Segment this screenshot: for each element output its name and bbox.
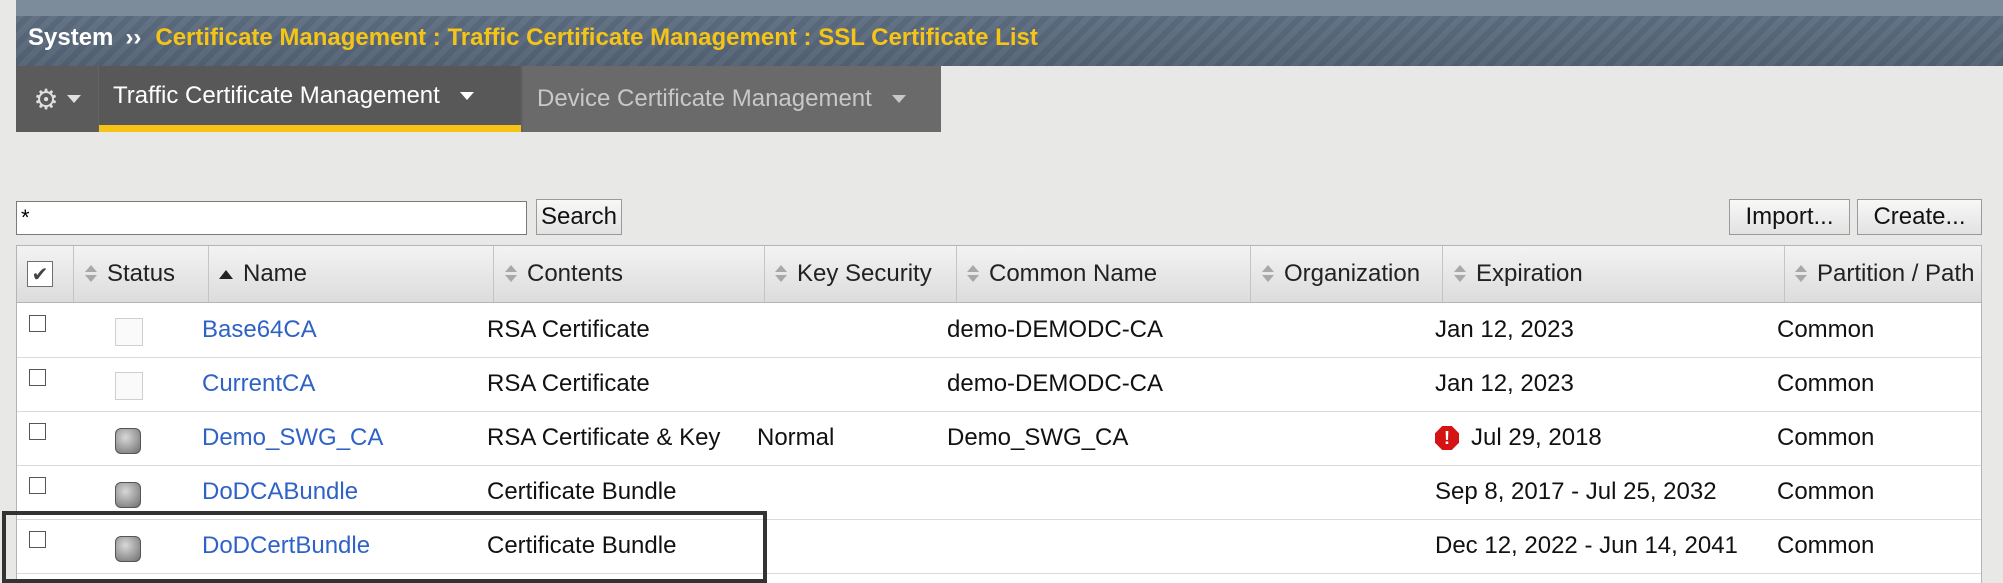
column-header-contents[interactable]: Contents [494,246,765,302]
sort-icon [505,264,517,284]
partition-cell: Common [1777,532,1875,559]
contents-cell: RSA Certificate & Key [487,424,721,451]
sort-icon [1262,264,1274,284]
select-all-checkbox[interactable]: ✔ [27,261,53,287]
breadcrumb-path: Certificate Management : Traffic Certifi… [155,24,1038,51]
create-button[interactable]: Create... [1857,199,1982,235]
tab-settings-menu[interactable]: ⚙ [16,66,98,132]
chevron-down-icon [459,91,474,100]
contents-cell: RSA Certificate [487,316,650,343]
certificate-name-link[interactable]: DoDCertBundle [202,532,370,560]
breadcrumb-system[interactable]: System [28,24,113,51]
expiration-cell: ! Jul 29, 2018 [1435,411,1602,465]
expired-warning-icon: ! [1435,426,1459,450]
sort-ascending-icon [219,269,233,279]
expiration-cell: Jan 12, 2023 [1435,370,1574,397]
chevron-down-icon [66,95,81,103]
expiration-cell: Sep 8, 2017 - Jul 25, 2032 [1435,478,1717,505]
sort-icon [775,264,787,284]
partition-cell: Common [1777,424,1875,451]
table-row: DoDCertBundle Certificate Bundle Dec 12,… [17,519,1981,574]
tab-label: Device Certificate Management [537,85,872,112]
partition-cell: Common [1777,370,1875,397]
common-name-cell: demo-DEMODC-CA [947,316,1164,343]
tab-label: Traffic Certificate Management [113,81,440,109]
column-header-key-security[interactable]: Key Security [765,246,957,302]
column-header-organization[interactable]: Organization [1251,246,1443,302]
chevron-down-icon [891,95,906,103]
sort-icon [1454,264,1466,284]
table-row: CurrentCA RSA Certificate demo-DEMODC-CA… [17,357,1981,412]
certificate-table: ✔ Status Name Contents Key Security Comm… [16,245,1982,583]
tab-bar: ⚙ Traffic Certificate Management Device … [16,66,941,132]
row-checkbox[interactable] [29,477,46,494]
row-checkbox[interactable] [29,531,46,548]
status-unknown-icon [115,372,143,400]
partition-cell: Common [1777,478,1875,505]
tab-traffic-certificate-management[interactable]: Traffic Certificate Management [99,66,521,132]
row-checkbox[interactable] [29,423,46,440]
status-unknown-icon [115,318,143,346]
column-header-common-name[interactable]: Common Name [957,246,1251,302]
contents-cell: Certificate Bundle [487,532,677,559]
sort-icon [85,264,97,284]
sort-icon [967,264,979,284]
expiration-cell: Jan 12, 2023 [1435,316,1574,343]
column-header-partition-path[interactable]: Partition / Path [1785,246,1981,302]
status-unavailable-icon [115,536,141,562]
column-header-expiration[interactable]: Expiration [1443,246,1785,302]
table-row: Base64CA RSA Certificate demo-DEMODC-CA … [17,303,1981,358]
certificate-name-link[interactable]: Demo_SWG_CA [202,424,383,452]
breadcrumb-separator: ›› [125,24,142,51]
gear-icon: ⚙ [33,83,59,115]
tab-device-certificate-management[interactable]: Device Certificate Management [523,66,941,132]
column-header-name[interactable]: Name [209,246,494,302]
select-all-header: ✔ [17,246,74,302]
status-unavailable-icon [115,482,141,508]
certificate-name-link[interactable]: Base64CA [202,316,317,344]
sort-icon [1795,264,1807,284]
import-button[interactable]: Import... [1729,199,1850,235]
column-header-status[interactable]: Status [74,246,209,302]
row-checkbox[interactable] [29,369,46,386]
search-button[interactable]: Search [536,199,622,235]
row-checkbox[interactable] [29,315,46,332]
certificate-name-link[interactable]: CurrentCA [202,370,315,398]
certificate-name-link[interactable]: DoDCABundle [202,478,358,506]
partition-cell: Common [1777,316,1875,343]
title-bar: System ›› Certificate Management : Traffic… [16,0,2003,66]
status-unavailable-icon [115,428,141,454]
contents-cell: Certificate Bundle [487,478,677,505]
table-row: DoDCABundle Certificate Bundle Sep 8, 20… [17,465,1981,520]
key-security-cell: Normal [757,424,835,451]
expiration-cell: Dec 12, 2022 - Jun 14, 2041 [1435,532,1738,559]
table-header: ✔ Status Name Contents Key Security Comm… [17,246,1981,303]
common-name-cell: Demo_SWG_CA [947,424,1129,451]
common-name-cell: demo-DEMODC-CA [947,370,1164,397]
table-row: Demo_SWG_CA RSA Certificate & Key Normal… [17,411,1981,466]
contents-cell: RSA Certificate [487,370,650,397]
search-input[interactable] [16,201,527,235]
